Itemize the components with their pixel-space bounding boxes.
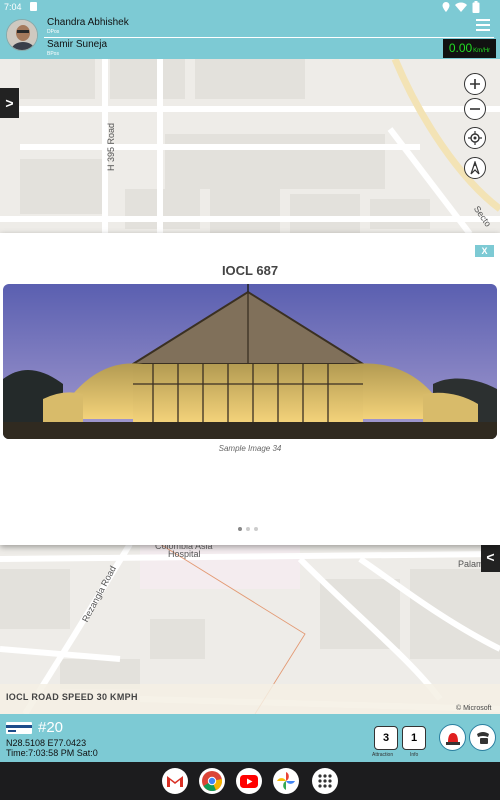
alarm-icon: [445, 732, 460, 745]
menu-icon[interactable]: [476, 19, 490, 31]
time-sat-line: Time:7:03:58 PM Sat:0: [6, 748, 98, 758]
second-role: BPos: [47, 51, 59, 57]
bottom-bar: #20 N28.5108 E77.0423 Time:7:03:58 PM Sa…: [0, 714, 500, 762]
apps-icon[interactable]: [312, 768, 338, 794]
vehicle-id: #20: [38, 719, 64, 736]
gmail-icon[interactable]: [162, 768, 188, 794]
carousel-dot[interactable]: [238, 527, 242, 531]
status-bar: 7:04: [0, 0, 500, 14]
zoom-out-icon[interactable]: [464, 98, 486, 120]
header-divider: [44, 37, 494, 38]
speed-value: 0.00: [448, 41, 473, 55]
carousel-dot[interactable]: [246, 527, 250, 531]
avatar[interactable]: [6, 19, 38, 51]
battery-icon: [472, 1, 480, 13]
app-dock: [0, 762, 500, 800]
attraction-button[interactable]: 3: [374, 726, 398, 750]
road-label-h395: H 395 Road: [106, 122, 116, 171]
top-bar: Chandra Abhishek DPos Samir Suneja BPos …: [0, 14, 500, 59]
carousel-dots: [238, 527, 263, 533]
counters-panel: 3 Attraction 1 Info: [370, 714, 432, 762]
poi-popup: X IOCL 687 Sample Image 34: [0, 233, 500, 545]
compass-icon[interactable]: [464, 157, 486, 179]
popup-image[interactable]: [3, 284, 497, 439]
photos-icon[interactable]: [273, 768, 299, 794]
popup-caption: Sample Image 34: [218, 444, 282, 453]
popup-close-label: X: [481, 246, 488, 256]
second-name: Samir Suneja: [47, 39, 108, 50]
carousel-dot[interactable]: [254, 527, 258, 531]
glasshouse-photo: [3, 284, 497, 439]
right-panel-toggle[interactable]: <: [481, 542, 500, 572]
driver-name: Chandra Abhishek: [47, 17, 129, 28]
locate-icon[interactable]: [464, 127, 486, 149]
wifi-icon: [455, 2, 467, 12]
attraction-label: Attraction: [372, 752, 394, 758]
map-copyright: © Microsoft: [456, 705, 492, 712]
attraction-count: 3: [382, 732, 390, 744]
info-count: 1: [410, 732, 418, 744]
right-toggle-label: <: [486, 549, 495, 565]
status-time: 7:04: [4, 2, 22, 12]
alarm-button[interactable]: [439, 724, 466, 751]
driver-photo: [7, 20, 37, 50]
sos-button[interactable]: [469, 724, 496, 751]
sos-icon: [476, 731, 489, 744]
speed-unit: Km/Hr: [473, 48, 491, 54]
speedometer: 0.00 Km/Hr: [443, 39, 496, 58]
youtube-icon[interactable]: [236, 768, 262, 794]
speed-notice: IOCL ROAD SPEED 30 KMPH: [6, 692, 138, 702]
left-panel-toggle[interactable]: >: [0, 88, 19, 118]
location-icon: [442, 2, 450, 12]
info-label: Info: [410, 752, 419, 758]
card-icon: [6, 722, 32, 734]
info-button[interactable]: 1: [402, 726, 426, 750]
popup-title: IOCL 687: [221, 263, 279, 278]
zoom-in-icon[interactable]: [464, 73, 486, 95]
poi-label-hospital: Hospital: [168, 549, 201, 559]
left-toggle-label: >: [5, 95, 14, 111]
popup-close-button[interactable]: X: [475, 245, 494, 257]
notification-icon: [30, 2, 37, 11]
driver-role: DPos: [47, 29, 60, 35]
gps-coords: N28.5108 E77.0423: [6, 738, 87, 748]
speed-notice-strip: IOCL ROAD SPEED 30 KMPH: [0, 684, 500, 714]
chrome-icon[interactable]: [199, 768, 225, 794]
